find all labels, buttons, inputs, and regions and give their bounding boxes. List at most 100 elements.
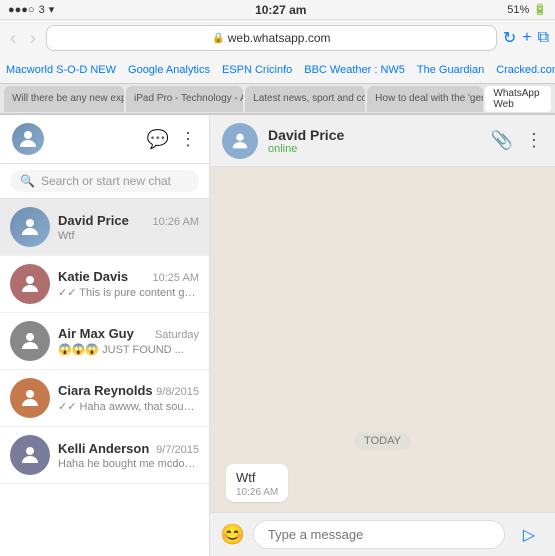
chat-info-ciara: Ciara Reynolds 9/8/2015 ✓✓ Haha awww, th…: [58, 383, 199, 413]
send-icon: ▷: [523, 525, 535, 545]
chat-time-kelli: 9/7/2015: [156, 444, 199, 456]
chat-info-katie: Katie Davis 10:25 AM ✓✓ This is pure con…: [58, 269, 199, 299]
app-content: 💬 ⋮ 🔍 Search or start new chat: [0, 115, 555, 556]
search-bar: 🔍 Search or start new chat: [0, 164, 209, 199]
chat-preview-kelli: Haha he bought me mcdona...: [58, 458, 199, 470]
chat-name-airmax: Air Max Guy: [58, 326, 134, 341]
chat-preview-airmax: 😱😱😱 JUST FOUND ...: [58, 343, 199, 356]
chat-list: David Price 10:26 AM Wtf Katie Davis: [0, 199, 209, 556]
address-bar[interactable]: 🔒 web.whatsapp.com: [46, 25, 497, 51]
chat-item-kelli[interactable]: Kelli Anderson 9/7/2015 Haha he bought m…: [0, 427, 209, 484]
chat-item-katie[interactable]: Katie Davis 10:25 AM ✓✓ This is pure con…: [0, 256, 209, 313]
sidebar-icons: 💬 ⋮: [147, 129, 197, 150]
attachment-icon[interactable]: 📎: [491, 130, 513, 151]
chat-avatar-ciara: [10, 378, 50, 418]
signal-icon: ●●●○: [8, 4, 35, 16]
message-text-1: Wtf: [236, 470, 278, 485]
wifi-icon: ▾: [49, 3, 55, 16]
chat-name-row-airmax: Air Max Guy Saturday: [58, 326, 199, 341]
date-divider: TODAY: [226, 431, 539, 450]
chat-preview-katie: ✓✓ This is pure content gol...: [58, 286, 199, 299]
chat-time-david: 10:26 AM: [153, 216, 199, 228]
input-bar: 😊 ▷: [210, 512, 555, 556]
share-button[interactable]: +: [522, 29, 531, 47]
chat-name-kelli: Kelli Anderson: [58, 441, 149, 456]
chat-avatar-kelli: [10, 435, 50, 475]
chat-time-airmax: Saturday: [155, 329, 199, 341]
menu-icon[interactable]: ⋮: [179, 129, 197, 150]
tab-1[interactable]: Will there be any new expans... ×: [4, 86, 124, 112]
forward-button[interactable]: ›: [26, 26, 40, 51]
chat-header-avatar: [222, 123, 258, 159]
chat-menu-icon[interactable]: ⋮: [525, 130, 543, 151]
chat-name-row-david: David Price 10:26 AM: [58, 213, 199, 228]
chat-name-katie: Katie Davis: [58, 269, 128, 284]
status-bar: ●●●○ 3 ▾ 10:27 am 51% 🔋: [0, 0, 555, 20]
chat-avatar-airmax: [10, 321, 50, 361]
bookmark-espn[interactable]: ESPN Cricinfo: [222, 64, 292, 76]
chat-time-katie: 10:25 AM: [153, 272, 199, 284]
search-input-wrap[interactable]: 🔍 Search or start new chat: [10, 170, 199, 192]
chat-header-name: David Price: [268, 127, 481, 143]
chat-info-airmax: Air Max Guy Saturday 😱😱😱 JUST FOUND ...: [58, 326, 199, 356]
lock-icon: 🔒: [212, 33, 224, 44]
sidebar-header: 💬 ⋮: [0, 115, 209, 164]
chat-avatar-katie: [10, 264, 50, 304]
profile-avatar[interactable]: [12, 123, 44, 155]
message-input[interactable]: [253, 520, 505, 549]
tab-2[interactable]: iPad Pro - Technology - Apple ×: [126, 86, 243, 112]
bookmark-analytics[interactable]: Google Analytics: [128, 64, 210, 76]
chat-preview-ciara: ✓✓ Haha awww, that sound...: [58, 400, 199, 413]
clock: 10:27 am: [255, 3, 306, 17]
chat-name-david: David Price: [58, 213, 129, 228]
whatsapp-tab-label: WhatsApp Web: [493, 88, 543, 110]
chat-avatar-david: [10, 207, 50, 247]
back-button[interactable]: ‹: [6, 26, 20, 51]
bookmark-macworld[interactable]: Macworld S-O-D NEW: [6, 64, 116, 76]
bookmark-cracked[interactable]: Cracked.com: [496, 64, 555, 76]
tab-3[interactable]: Latest news, sport and comm... ×: [245, 86, 365, 112]
chat-item-airmax[interactable]: Air Max Guy Saturday 😱😱😱 JUST FOUND ...: [0, 313, 209, 370]
messages-area: TODAY Wtf 10:26 AM: [210, 167, 555, 512]
chat-info-david: David Price 10:26 AM Wtf: [58, 213, 199, 242]
tab-4[interactable]: How to deal with the 'gentle... ×: [367, 86, 483, 112]
carrier-label: 3: [39, 4, 45, 16]
chat-name-row-kelli: Kelli Anderson 9/7/2015: [58, 441, 199, 456]
emoji-button[interactable]: 😊: [220, 522, 245, 547]
tabs-bar: Will there be any new expans... × iPad P…: [0, 84, 555, 114]
status-right: 51% 🔋: [507, 3, 547, 16]
browser-toolbar: ‹ › 🔒 web.whatsapp.com ↻ + ⧉: [0, 20, 555, 56]
reload-button[interactable]: ↻: [503, 28, 516, 48]
chat-header-icons: 📎 ⋮: [491, 130, 543, 151]
status-left: ●●●○ 3 ▾: [8, 3, 54, 16]
bookmark-guardian[interactable]: The Guardian: [417, 64, 484, 76]
battery-label: 51%: [507, 4, 529, 16]
chat-time-ciara: 9/8/2015: [156, 386, 199, 398]
chat-header-info: David Price online: [268, 127, 481, 155]
date-pill: TODAY: [354, 432, 411, 450]
url-text: web.whatsapp.com: [228, 31, 331, 45]
bookmarks-bar: Macworld S-O-D NEW Google Analytics ESPN…: [0, 56, 555, 84]
chat-name-row-katie: Katie Davis 10:25 AM: [58, 269, 199, 284]
battery-icon: 🔋: [533, 3, 547, 16]
chat-info-kelli: Kelli Anderson 9/7/2015 Haha he bought m…: [58, 441, 199, 470]
chat-name-row-ciara: Ciara Reynolds 9/8/2015: [58, 383, 199, 398]
chat-header-status: online: [268, 143, 481, 155]
chat-preview-david: Wtf: [58, 230, 199, 242]
chat-area: David Price online 📎 ⋮ TODAY Wtf 10:26 A…: [210, 115, 555, 556]
chat-item-ciara[interactable]: Ciara Reynolds 9/8/2015 ✓✓ Haha awww, th…: [0, 370, 209, 427]
chat-name-ciara: Ciara Reynolds: [58, 383, 153, 398]
search-icon: 🔍: [20, 174, 35, 188]
message-meta-1: 10:26 AM: [236, 487, 278, 498]
chat-icon[interactable]: 💬: [147, 129, 169, 150]
chat-header: David Price online 📎 ⋮: [210, 115, 555, 167]
tab-whatsapp[interactable]: WhatsApp Web: [485, 86, 551, 112]
message-bubble-1: Wtf 10:26 AM: [226, 464, 288, 502]
send-button[interactable]: ▷: [513, 519, 545, 551]
tabs-button[interactable]: ⧉: [538, 29, 549, 47]
sidebar: 💬 ⋮ 🔍 Search or start new chat: [0, 115, 210, 556]
chat-item-david[interactable]: David Price 10:26 AM Wtf: [0, 199, 209, 256]
browser-chrome: ‹ › 🔒 web.whatsapp.com ↻ + ⧉ Macworld S-…: [0, 20, 555, 115]
bookmark-bbc[interactable]: BBC Weather : NW5: [304, 64, 405, 76]
search-placeholder-text: Search or start new chat: [41, 174, 171, 188]
